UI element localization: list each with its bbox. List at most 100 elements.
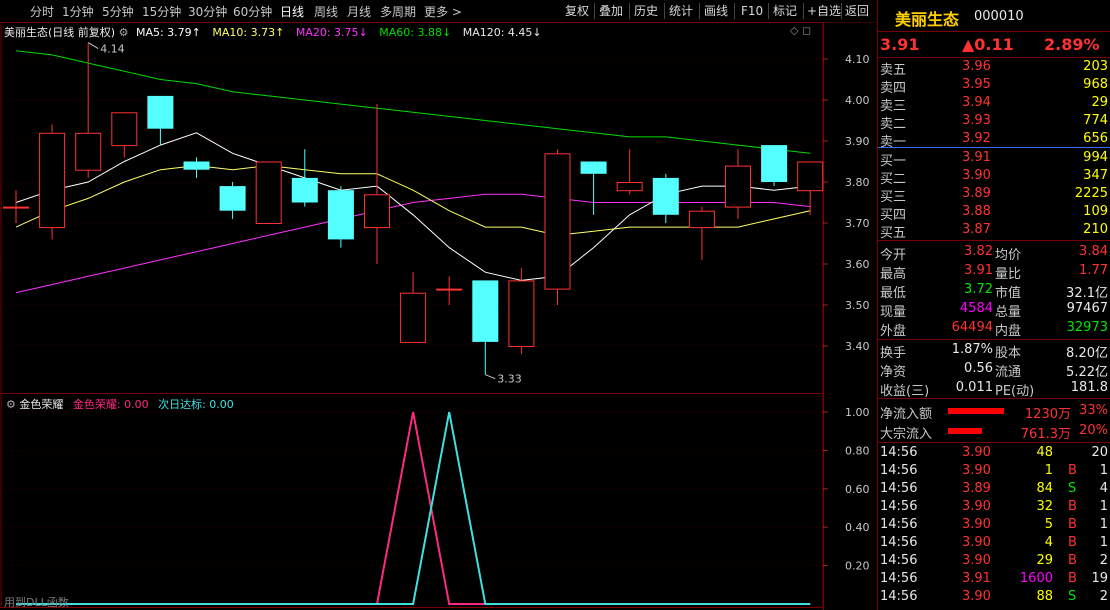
tick-direction: S <box>1068 481 1077 496</box>
price-tick-label: 4.10 <box>845 53 870 66</box>
candle <box>39 124 66 240</box>
period-tab[interactable]: 分时 <box>30 3 54 20</box>
bid-row: 买三 3.89 2225 <box>878 185 1110 205</box>
candle <box>797 161 824 215</box>
price-change-pct: 2.89% <box>1044 35 1100 54</box>
tick-row: 14:56 3.90 32 B 1 <box>878 498 1110 516</box>
stat-label: 市值 <box>995 286 1022 301</box>
ask-row: 卖二 3.93 774 <box>878 112 1110 132</box>
candle-body <box>3 206 29 209</box>
draw-line-button[interactable]: 画线 <box>700 1 732 21</box>
period-tab[interactable]: 5分钟 <box>102 3 134 20</box>
period-tab[interactable]: 30分钟 <box>188 3 227 20</box>
tick-volume: 1 <box>1044 463 1053 478</box>
f10-button[interactable]: F10 <box>737 1 767 21</box>
flow-row: 大宗流入 761.3万 20% <box>878 422 1110 442</box>
price-axis: 4.10 4.00 3.90 3.80 3.70 3.60 3.50 3.40 1.00 0.80… <box>823 53 870 573</box>
ask-price: 3.94 <box>962 95 991 110</box>
tick-row: 14:56 3.90 29 B 2 <box>878 552 1110 570</box>
candle <box>400 272 427 343</box>
candle <box>219 182 246 219</box>
period-tab-active[interactable]: 日线 <box>280 3 304 20</box>
history-button[interactable]: 历史 <box>630 1 662 21</box>
candle-body <box>725 165 751 208</box>
divider <box>878 240 1110 241</box>
tick-direction: B <box>1068 499 1077 514</box>
ask-row: 卖三 3.94 29 <box>878 94 1110 114</box>
tick-row: 14:56 3.90 5 B 1 <box>878 516 1110 534</box>
last-price: 3.91 <box>880 35 920 54</box>
divider <box>878 398 1110 399</box>
legend-toggle-icon[interactable]: ⚙ <box>119 26 129 39</box>
kline-chart[interactable]: 4.10 4.00 3.90 3.80 3.70 3.60 3.50 3.40 1.00 0.80… <box>0 22 876 610</box>
ask-volume: 774 <box>1083 113 1108 128</box>
tick-count: 4 <box>1099 481 1108 496</box>
candle-body <box>111 112 138 147</box>
fund-value: 0.56 <box>964 361 993 376</box>
candle-body <box>436 288 463 291</box>
back-button[interactable]: 返回 <box>841 1 873 21</box>
candle-body <box>580 161 607 174</box>
stat-value: 64494 <box>951 320 993 335</box>
price-tick-label: 3.90 <box>845 135 870 148</box>
book-divider <box>878 147 1110 148</box>
overlay-button[interactable]: 叠加 <box>595 1 627 21</box>
period-tab[interactable]: 月线 <box>347 3 371 20</box>
indicator-toggle-icon[interactable]: ⚙ <box>6 398 16 411</box>
indicator-plot-frame <box>0 393 824 608</box>
tick-volume: 32 <box>1036 499 1053 514</box>
tick-time: 14:56 <box>880 445 918 460</box>
more-menu[interactable]: 更多 > <box>424 3 462 20</box>
candle-body <box>616 182 643 192</box>
tick-direction: S <box>1068 589 1077 604</box>
ask-price: 3.92 <box>962 131 991 146</box>
candle <box>544 149 571 305</box>
fund-row: 净资 0.56 流通 5.22亿 <box>878 360 1110 380</box>
adjust-button[interactable]: 复权 <box>561 1 593 21</box>
ask-volume: 656 <box>1083 131 1108 146</box>
period-tab[interactable]: 1分钟 <box>62 3 94 20</box>
ask-row: 卖五 3.96 203 <box>878 58 1110 78</box>
indicator-line-1 <box>16 411 811 605</box>
price-tick-label: 3.80 <box>845 176 870 189</box>
period-tab[interactable]: 周线 <box>314 3 338 20</box>
separator <box>734 3 735 19</box>
candle-body <box>291 177 318 203</box>
mark-button[interactable]: 标记 <box>769 1 801 21</box>
flow-bar <box>948 408 1004 414</box>
candle-body <box>544 153 571 290</box>
fund-value: 0.011 <box>955 380 993 395</box>
chart-settings-icons[interactable]: ◇ ◻ <box>790 24 811 37</box>
ask-volume: 203 <box>1083 59 1108 74</box>
fund-label: 流通 <box>995 365 1022 380</box>
stat-value: 97467 <box>1066 301 1108 316</box>
price-change: ▲0.11 <box>962 35 1014 54</box>
stat-value: 4584 <box>959 301 993 316</box>
candle-body <box>147 95 174 129</box>
divider <box>878 442 1110 443</box>
bid-price: 3.91 <box>962 150 991 165</box>
tick-direction: B <box>1068 571 1077 586</box>
add-watchlist-button[interactable]: +自选 <box>803 1 845 21</box>
candle-body <box>761 145 788 182</box>
indicator-line-2 <box>16 411 811 605</box>
period-tab[interactable]: 多周期 <box>380 3 416 20</box>
tick-volume: 48 <box>1036 445 1053 460</box>
statistics-button[interactable]: 统计 <box>665 1 697 21</box>
bid-volume: 210 <box>1083 222 1108 237</box>
tick-time: 14:56 <box>880 499 918 514</box>
candle <box>75 42 102 178</box>
tick-price: 3.90 <box>962 517 991 532</box>
fund-label: 换手 <box>880 346 907 361</box>
quote-panel: 美丽生态 000010 3.91 ▲0.11 2.89% 卖五 3.96 203 卖四… <box>877 0 1110 610</box>
bid-row: 买五 3.87 210 <box>878 221 1110 241</box>
fund-value: 5.22亿 <box>1066 365 1108 380</box>
dll-note: 用到DLL函数 <box>4 596 69 609</box>
tick-row: 14:56 3.90 1 B 1 <box>878 462 1110 480</box>
tick-price: 3.90 <box>962 445 991 460</box>
period-tab[interactable]: 15分钟 <box>142 3 181 20</box>
indicator-lines <box>16 411 811 605</box>
period-tab[interactable]: 60分钟 <box>233 3 272 20</box>
candle <box>616 149 643 195</box>
stat-label: 今开 <box>880 248 907 263</box>
